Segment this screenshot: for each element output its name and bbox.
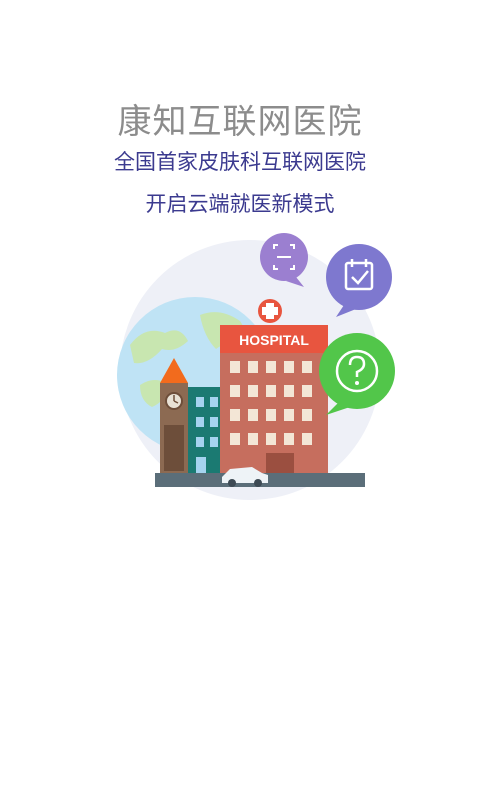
app-title: 康知互联网医院 — [117, 102, 363, 142]
hospital-sign: HOSPITAL — [239, 332, 309, 348]
medical-cross-icon — [258, 299, 282, 323]
tagline-line-1: 全国首家皮肤科互联网医院 — [114, 150, 366, 174]
hospital-illustration: HOSPITAL — [117, 233, 395, 500]
hospital-building: HOSPITAL — [220, 299, 328, 473]
tagline-line-2: 开启云端就医新模式 — [145, 192, 335, 216]
